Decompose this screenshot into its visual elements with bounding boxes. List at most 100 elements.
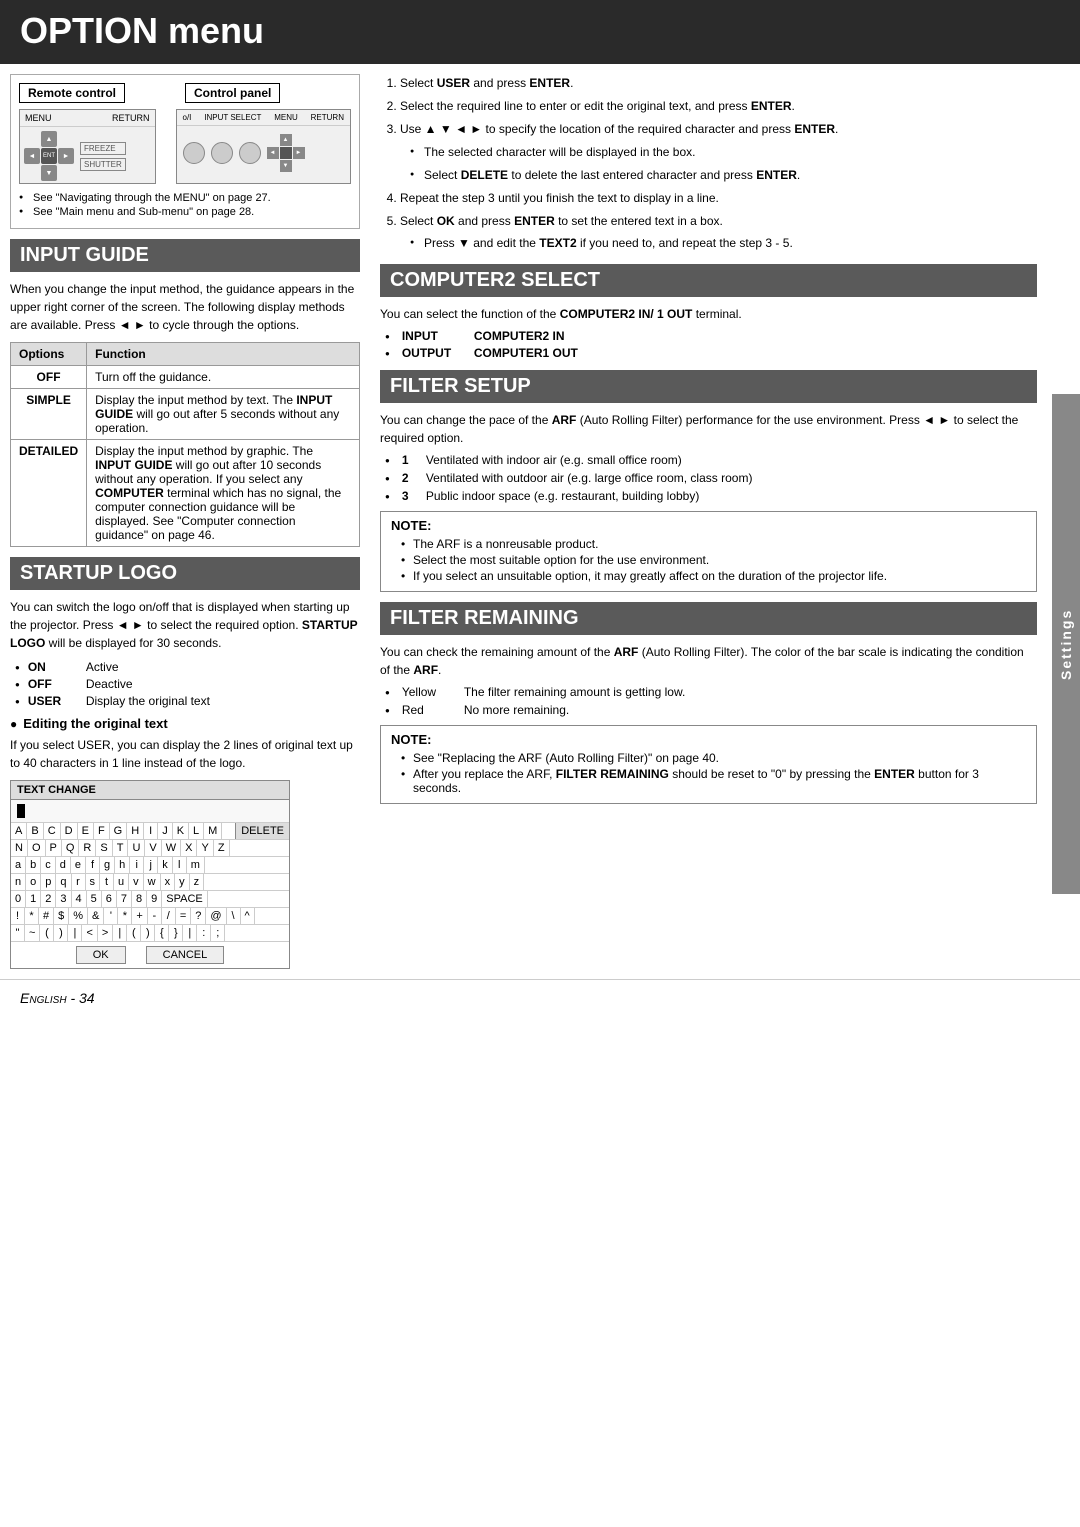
filter-setup-description: You can change the pace of the ARF (Auto…	[380, 411, 1037, 447]
list-item: OFF Deactive	[15, 677, 360, 691]
list-item: The ARF is a nonreusable product.	[401, 537, 1026, 551]
option-detailed: DETAILED	[11, 440, 87, 547]
list-item: Use ▲ ▼ ◄ ► to specify the location of t…	[400, 120, 1037, 185]
edit-original-text-desc: If you select USER, you can display the …	[10, 736, 360, 772]
list-item: Select the most suitable option for the …	[401, 553, 1026, 567]
tc-keys-am: ABCDEFGHIJKLM	[11, 823, 235, 839]
filter-remaining-header: FILTER REMAINING	[380, 602, 1037, 635]
red-desc: No more remaining.	[464, 703, 569, 717]
rc-dpad: ▲ ◄ ENT ► ▼	[24, 131, 74, 181]
tc-keys-special2: "~()|<>|(){}|:;	[11, 925, 289, 941]
red-key: Red	[402, 703, 452, 717]
output-value: COMPUTER1 OUT	[474, 346, 578, 360]
cp-on-label: o/I	[183, 113, 192, 122]
filter-option-1-desc: Ventilated with indoor air (e.g. small o…	[426, 453, 682, 467]
dpad-down: ▼	[41, 165, 57, 181]
filter-option-2-desc: Ventilated with outdoor air (e.g. large …	[426, 471, 753, 485]
tc-keys-nz: NOPQRSTUVWXYZ	[11, 840, 289, 856]
remote-control-label: Remote control	[19, 83, 125, 103]
option-user-key: USER	[28, 694, 78, 708]
input-value: COMPUTER2 IN	[474, 329, 565, 343]
option-on-key: ON	[28, 660, 78, 674]
startup-logo-header: STARTUP LOGO	[10, 557, 360, 590]
table-row: DETAILED Display the input method by gra…	[11, 440, 360, 547]
list-item: The selected character will be displayed…	[410, 143, 1037, 162]
list-item: Select OK and press ENTER to set the ent…	[400, 212, 1037, 253]
control-panel-graphic: o/I INPUT SELECT MENU RETURN ▲ ◄	[176, 109, 352, 184]
list-item: After you replace the ARF, FILTER REMAIN…	[401, 767, 1026, 795]
cp-down: ▼	[280, 160, 292, 172]
return-label: RETURN	[112, 113, 150, 123]
tc-row-4: nopqrstuvwxyz	[11, 874, 289, 891]
io-list: INPUT COMPUTER2 IN OUTPUT COMPUTER1 OUT	[380, 329, 1037, 360]
rc-extra-buttons: FREEZE SHUTTER	[80, 142, 126, 171]
dpad-enter: ENT	[41, 148, 57, 164]
filter-options-list: 1 Ventilated with indoor air (e.g. small…	[380, 453, 1037, 503]
menu-label: MENU	[25, 113, 52, 123]
list-item: Select the required line to enter or edi…	[400, 97, 1037, 116]
cp-buttons: ▲ ◄ ► ▼	[177, 126, 351, 180]
list-item: OUTPUT COMPUTER1 OUT	[385, 346, 1037, 360]
cp-return-label: RETURN	[311, 113, 344, 122]
cp-input-label: INPUT SELECT	[204, 113, 261, 122]
dpad-left: ◄	[24, 148, 40, 164]
list-item: INPUT COMPUTER2 IN	[385, 329, 1037, 343]
col-function: Function	[87, 343, 360, 366]
filter-option-1: 1	[402, 453, 414, 467]
input-guide-description: When you change the input method, the gu…	[10, 280, 360, 334]
filter-setup-header: FILTER SETUP	[380, 370, 1037, 403]
cp-menu-label: MENU	[274, 113, 298, 122]
cp-left: ◄	[267, 147, 279, 159]
cp-top: o/I INPUT SELECT MENU RETURN	[177, 110, 351, 126]
list-item: Press ▼ and edit the TEXT2 if you need t…	[410, 234, 1037, 253]
cancel-button[interactable]: CANCEL	[146, 946, 225, 964]
filter-option-3-desc: Public indoor space (e.g. restaurant, bu…	[426, 489, 700, 503]
list-item: Select DELETE to delete the last entered…	[410, 166, 1037, 185]
option-off: OFF	[11, 366, 87, 389]
filter-remaining-note: NOTE: See "Replacing the ARF (Auto Rolli…	[380, 725, 1037, 804]
filter-remaining-note-list: See "Replacing the ARF (Auto Rolling Fil…	[391, 751, 1026, 795]
color-options-list: Yellow The filter remaining amount is ge…	[380, 685, 1037, 717]
tc-row-5: 0123456789SPACE	[11, 891, 289, 908]
filter-setup-note-list: The ARF is a nonreusable product. Select…	[391, 537, 1026, 583]
tc-keys-special1: !*#$%&'*+-/=?@\^	[11, 908, 289, 924]
filter-remaining-note-title: NOTE:	[391, 732, 1026, 747]
list-item: USER Display the original text	[15, 694, 360, 708]
footer-text: English	[20, 990, 67, 1006]
tc-text-area	[11, 800, 289, 823]
rc-note-1: See "Navigating through the MENU" on pag…	[19, 192, 351, 204]
filter-remaining-description: You can check the remaining amount of th…	[380, 643, 1037, 679]
options-table: Options Function OFF Turn off the guidan…	[10, 342, 360, 547]
left-column: Remote control Control panel MENU RETURN…	[0, 74, 370, 969]
list-item: If you select an unsuitable option, it m…	[401, 569, 1026, 583]
side-label: Settings	[1052, 394, 1080, 894]
table-row: OFF Turn off the guidance.	[11, 366, 360, 389]
ok-button[interactable]: OK	[76, 946, 126, 964]
list-item: Select USER and press ENTER.	[400, 74, 1037, 93]
input-key: INPUT	[402, 329, 462, 343]
tc-cursor	[17, 804, 25, 818]
rc-diagram: MENU RETURN ▲ ◄ ENT ► ▼	[19, 109, 351, 184]
tc-delete-button[interactable]: DELETE	[235, 823, 289, 839]
list-item: 2 Ventilated with outdoor air (e.g. larg…	[385, 471, 1037, 485]
dpad-right: ►	[58, 148, 74, 164]
step5-bullets: Press ▼ and edit the TEXT2 if you need t…	[400, 234, 1037, 253]
col-options: Options	[11, 343, 87, 366]
startup-logo-options: ON Active OFF Deactive USER Display the …	[10, 660, 360, 708]
list-item: ON Active	[15, 660, 360, 674]
footer-page: - 34	[70, 990, 94, 1006]
yellow-desc: The filter remaining amount is getting l…	[464, 685, 685, 699]
tc-keys-numbers: 0123456789SPACE	[11, 891, 289, 907]
text-change-dialog: TEXT CHANGE ABCDEFGHIJKLM DELETE NOPQRST…	[10, 780, 290, 969]
tc-row-1: ABCDEFGHIJKLM DELETE	[11, 823, 289, 840]
filter-option-2: 2	[402, 471, 414, 485]
function-simple: Display the input method by text. The IN…	[87, 389, 360, 440]
table-row: SIMPLE Display the input method by text.…	[11, 389, 360, 440]
computer2-select-header: COMPUTER2 SELECT	[380, 264, 1037, 297]
tc-title-bar: TEXT CHANGE	[11, 781, 289, 800]
input-guide-header: INPUT GUIDE	[10, 239, 360, 272]
cp-center	[280, 147, 292, 159]
remote-control-graphic: MENU RETURN ▲ ◄ ENT ► ▼	[19, 109, 156, 184]
startup-logo-description: You can switch the logo on/off that is d…	[10, 598, 360, 652]
filter-option-3: 3	[402, 489, 414, 503]
